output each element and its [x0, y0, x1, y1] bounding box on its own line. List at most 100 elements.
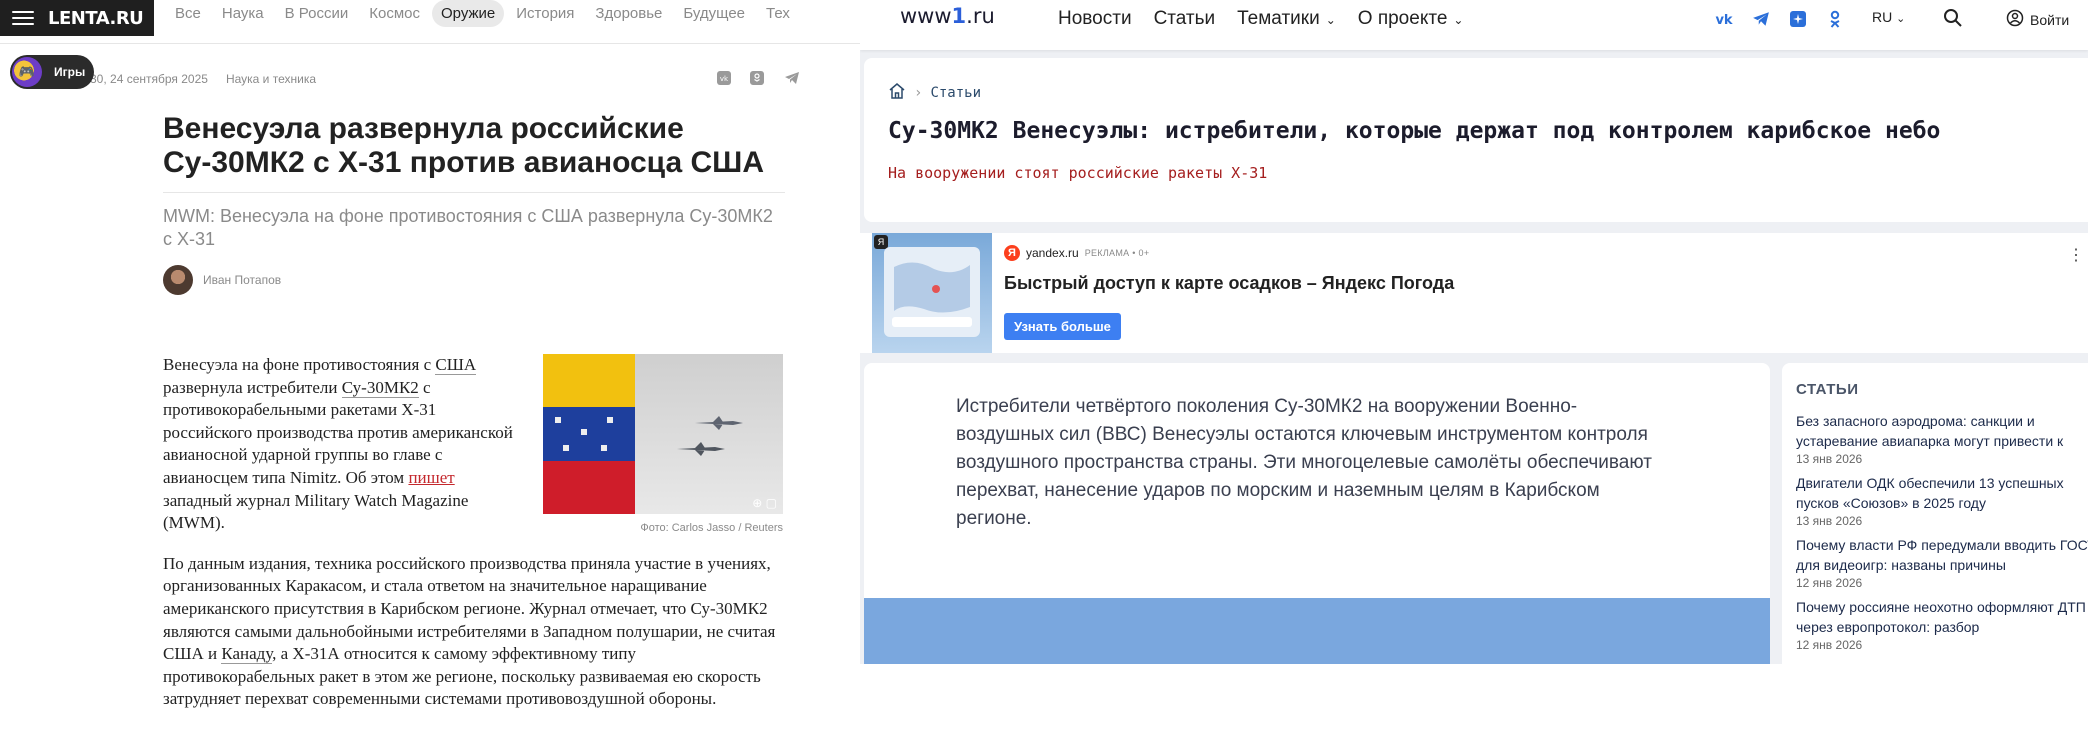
page-background [860, 664, 2088, 756]
list-item-date: 13 янв 2026 [1796, 514, 1863, 528]
nav-item-tech[interactable]: Тех [757, 0, 799, 27]
odnoklassniki-icon[interactable] [749, 70, 765, 86]
sidebar-heading: СТАТЬИ [1796, 381, 1859, 398]
ad-title[interactable]: Быстрый доступ к карте осадков – Яндекс … [1004, 273, 1454, 294]
article-time: 4:30, 24 сентября 2025 [80, 72, 208, 86]
svg-text:vk: vk [720, 75, 729, 83]
ad-source: Я yandex.ru РЕКЛАМА • 0+ [1004, 245, 1149, 261]
nav-topics[interactable]: Тематики ⌄ [1237, 8, 1336, 30]
www1-header: www1.ru Новости Статьи Тематики ⌄ О проек… [860, 0, 2088, 50]
source-link[interactable]: пишет [408, 468, 454, 487]
lenta-rubrics-nav: Все Наука В России Космос Оружие История… [166, 0, 799, 28]
more-options-icon[interactable]: ⋮ [2068, 245, 2084, 265]
list-item-date: 12 янв 2026 [1796, 638, 1863, 652]
list-item[interactable]: Почему власти РФ передумали вводить ГОСТ… [1796, 535, 2088, 590]
nav-item-health[interactable]: Здоровье [586, 0, 671, 27]
svg-text:vk: vk [1715, 13, 1732, 26]
menu-icon[interactable] [12, 11, 34, 25]
list-item-title[interactable]: Почему россияне неохотно оформляют ДТП ч… [1796, 597, 2088, 637]
article-main-card: Истребители четвёртого поколения Су-30МК… [864, 363, 1770, 664]
social-links: vk [1713, 8, 1846, 30]
list-item-title[interactable]: Двигатели ОДК обеспечили 13 успешных пус… [1796, 473, 2088, 513]
list-item[interactable]: Двигатели ОДК обеспечили 13 успешных пус… [1796, 473, 2088, 528]
search-icon[interactable] [1943, 8, 1965, 30]
nav-item-russia[interactable]: В России [276, 0, 358, 27]
dzen-icon[interactable] [1787, 8, 1809, 30]
odnoklassniki-icon[interactable] [1824, 8, 1846, 30]
www1-logo[interactable]: www1.ru [900, 4, 995, 28]
article-rubric[interactable]: Наука и техника [226, 72, 316, 86]
yandex-icon: Я [1004, 245, 1020, 261]
www1-main-nav: Новости Статьи Тематики ⌄ О проекте ⌄ [1058, 8, 1463, 30]
photo-caption: Фото: Carlos Jasso / Reuters [640, 522, 783, 534]
article-paragraph-2: По данным издания, техника российского п… [163, 553, 776, 709]
nav-about[interactable]: О проекте ⌄ [1358, 8, 1464, 30]
list-item[interactable]: Без запасного аэродрома: санкции и устар… [1796, 411, 2088, 466]
nav-item-space[interactable]: Космос [360, 0, 429, 27]
ad-label: РЕКЛАМА • 0+ [1084, 248, 1150, 258]
flag-building [543, 354, 635, 514]
list-item[interactable]: Почему россияне неохотно оформляют ДТП ч… [1796, 597, 2088, 652]
sky-with-jets [635, 354, 783, 514]
weather-map-card [884, 247, 980, 337]
author-avatar[interactable] [163, 265, 193, 295]
www1-pane: www1.ru Новости Статьи Тематики ⌄ О проек… [860, 0, 2088, 664]
nav-item-history[interactable]: История [507, 0, 583, 27]
breadcrumb-articles[interactable]: Статьи [930, 85, 981, 101]
nav-item-future[interactable]: Будущее [674, 0, 754, 27]
sidebar-articles: СТАТЬИ Без запасного аэродрома: санкции … [1782, 363, 2088, 664]
sidebar-list: Без запасного аэродрома: санкции и устар… [1796, 411, 2088, 659]
ad-banner[interactable]: Я Я yandex.ru РЕКЛАМА • 0+ Быстрый досту… [860, 233, 2088, 353]
chevron-down-icon: ⌄ [1325, 13, 1336, 27]
login-button[interactable]: Войти [2006, 9, 2069, 30]
tag-su30[interactable]: Су-30МК2 [341, 377, 419, 398]
vk-icon[interactable]: vk [716, 70, 732, 86]
telegram-icon[interactable] [784, 70, 800, 86]
list-item-title[interactable]: Без запасного аэродрома: санкции и устар… [1796, 411, 2088, 451]
games-button[interactable]: 🎮 Игры [10, 55, 94, 89]
chevron-down-icon: ⌄ [1896, 13, 1906, 25]
article-photo[interactable]: ⊕ ▢ [543, 354, 783, 514]
lenta-logo[interactable]: LENTA.RU [48, 8, 144, 29]
tag-canada[interactable]: Канаду [221, 644, 273, 665]
vk-icon[interactable]: vk [1713, 8, 1735, 30]
list-item-date: 12 янв 2026 [1796, 576, 1863, 590]
lenta-logo-block[interactable]: LENTA.RU [0, 0, 154, 36]
nav-news[interactable]: Новости [1058, 8, 1132, 30]
games-label: Игры [54, 65, 86, 79]
author-name[interactable]: Иван Потапов [203, 273, 281, 287]
tag-usa[interactable]: США [435, 355, 477, 375]
home-icon[interactable] [888, 82, 906, 104]
language-select[interactable]: RU ⌄ [1872, 9, 1905, 25]
article-lead-text: Истребители четвёртого поколения Су-30МК… [956, 396, 1652, 529]
article-body: ⊕ ▢ Фото: Carlos Jasso / Reuters Венесуэ… [163, 354, 785, 711]
lenta-pane: LENTA.RU Все Наука В России Космос Оружи… [0, 0, 860, 756]
article-meta: 4:30, 24 сентября 2025 Наука и техника [80, 72, 316, 86]
telegram-icon[interactable] [1750, 8, 1772, 30]
zoom-icon[interactable]: ⊕ ▢ [752, 496, 777, 510]
nav-item-weapons[interactable]: Оружие [431, 0, 505, 27]
ad-image[interactable]: Я [872, 233, 992, 353]
list-item-date: 13 янв 2026 [1796, 452, 1863, 466]
page-title: Су-30МК2 Венесуэлы: истребители, которые… [888, 118, 1941, 144]
article-hero-image [864, 598, 1770, 664]
chevron-right-icon: › [914, 85, 923, 101]
author-block[interactable]: Иван Потапов [163, 265, 785, 295]
article-lead: MWM: Венесуэла на фоне противостояния с … [163, 206, 773, 249]
title-divider [163, 192, 785, 193]
nav-articles[interactable]: Статьи [1154, 8, 1216, 30]
games-icon: 🎮 [12, 57, 42, 87]
breadcrumb: › Статьи [888, 82, 981, 104]
ad-cta-button[interactable]: Узнать больше [1004, 313, 1121, 340]
login-label: Войти [2030, 11, 2070, 28]
article-title: Венесуэла развернула российские Су-30МК2… [163, 112, 764, 179]
nav-item-science[interactable]: Наука [213, 0, 273, 27]
ad-domain[interactable]: yandex.ru [1026, 246, 1079, 260]
lenta-topbar: LENTA.RU Все Наука В России Космос Оружи… [0, 0, 860, 44]
list-item-title[interactable]: Почему власти РФ передумали вводить ГОСТ… [1796, 535, 2088, 575]
article-header: Венесуэла развернула российские Су-30МК2… [163, 112, 785, 295]
article-paragraph-1: Венесуэла на фоне противостояния с США р… [163, 355, 513, 533]
chevron-down-icon: ⌄ [1453, 13, 1464, 27]
user-icon [2006, 9, 2024, 30]
nav-item-all[interactable]: Все [166, 0, 210, 27]
